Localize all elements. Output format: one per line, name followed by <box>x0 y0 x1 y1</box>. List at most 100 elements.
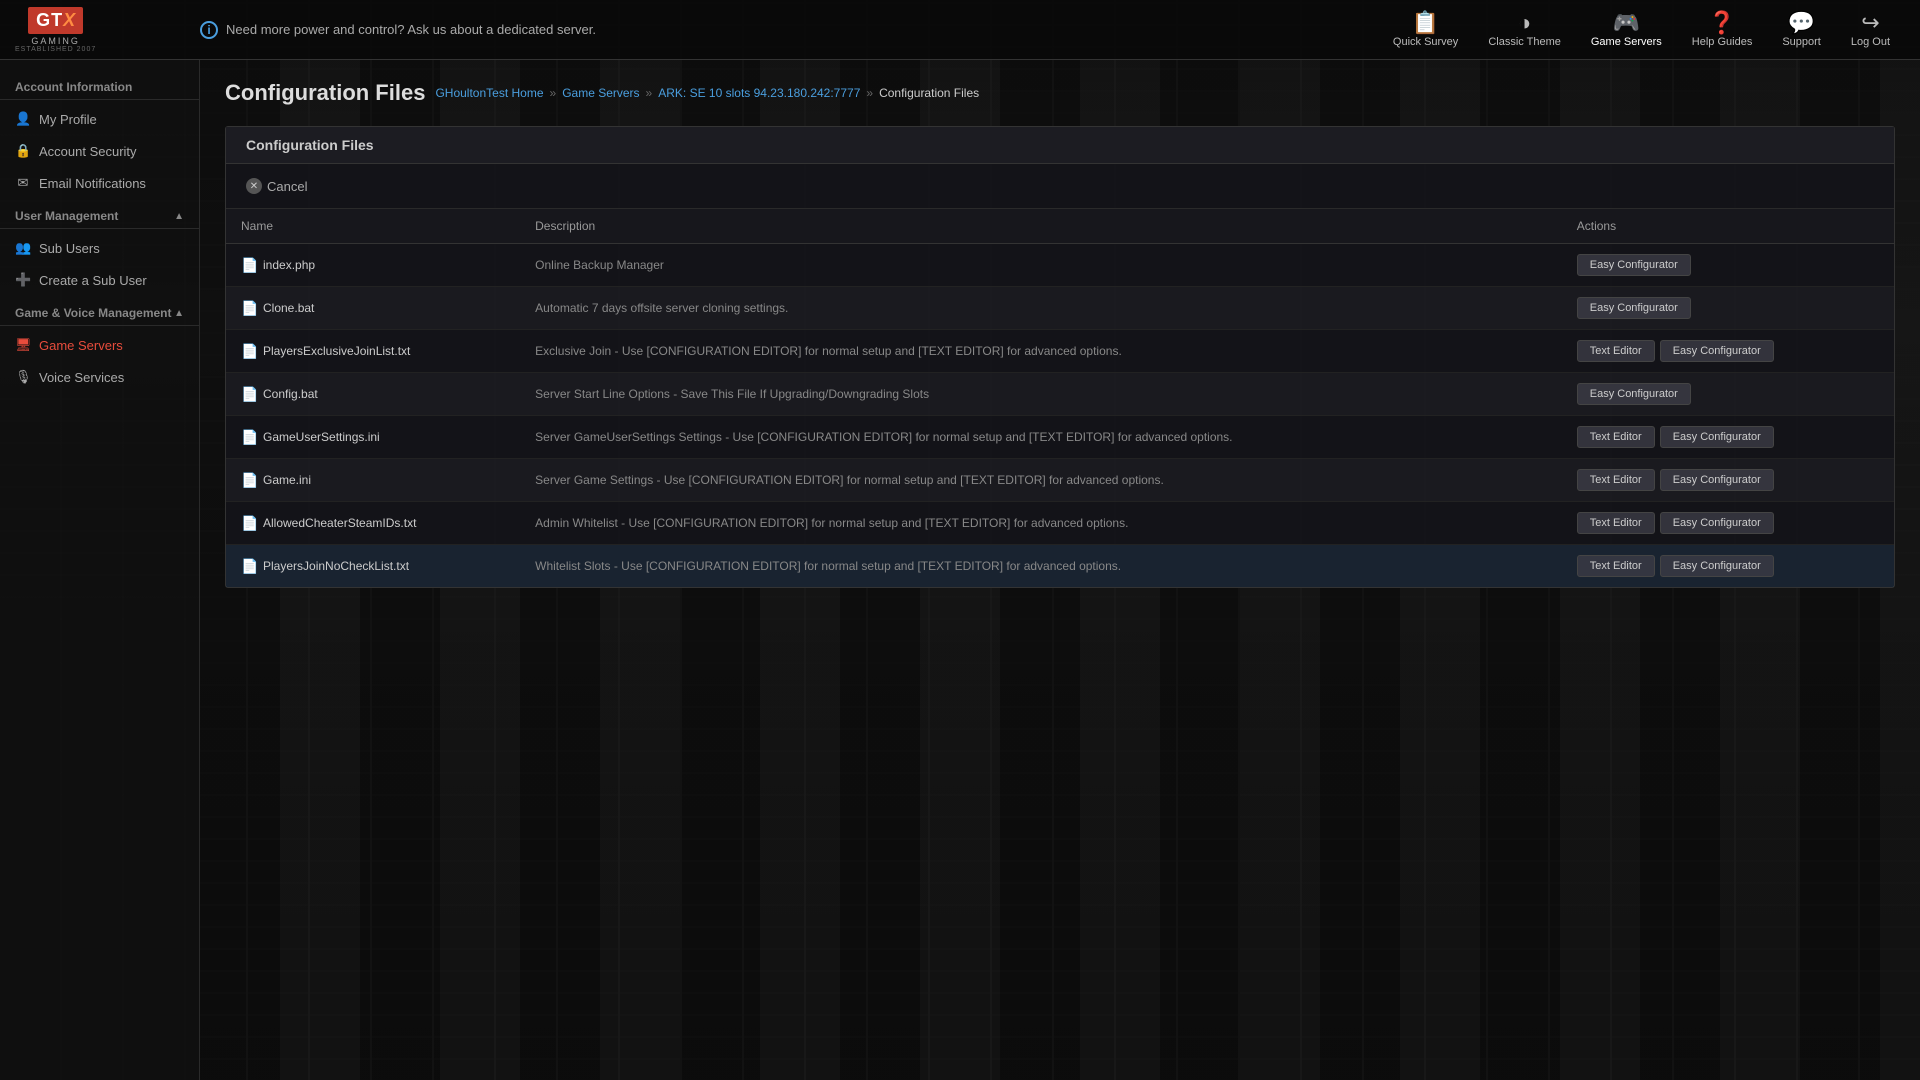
nav-classic-theme[interactable]: ◑ Classic Theme <box>1488 12 1561 48</box>
nav-quick-survey-label: Quick Survey <box>1393 36 1458 48</box>
action-button-easy-configurator[interactable]: Easy Configurator <box>1577 383 1691 405</box>
file-actions: Text EditorEasy Configurator <box>1562 416 1894 459</box>
table-row: 📄GameUserSettings.iniServer GameUserSett… <box>226 416 1894 459</box>
config-panel-actions: ✕ Cancel <box>226 164 1894 209</box>
action-button-easy-configurator[interactable]: Easy Configurator <box>1660 340 1774 362</box>
sidebar-item-my-profile[interactable]: 👤 My Profile <box>0 103 199 135</box>
table-row: 📄PlayersJoinNoCheckList.txtWhitelist Slo… <box>226 545 1894 588</box>
table-row: 📄Clone.batAutomatic 7 days offsite serve… <box>226 287 1894 330</box>
sidebar-voice-services-label: Voice Services <box>39 370 124 385</box>
main-content: Configuration Files GHoultonTest Home » … <box>200 60 1920 1080</box>
file-actions: Easy Configurator <box>1562 287 1894 330</box>
breadcrumb-current: Configuration Files <box>879 86 979 100</box>
sidebar-email-notifications-label: Email Notifications <box>39 176 146 191</box>
file-description: Server Game Settings - Use [CONFIGURATIO… <box>520 459 1562 502</box>
logo-x: X <box>63 10 75 31</box>
action-button-text-editor[interactable]: Text Editor <box>1577 469 1655 491</box>
file-name-cell: 📄GameUserSettings.ini <box>226 416 520 459</box>
cancel-label: Cancel <box>267 179 307 194</box>
action-button-easy-configurator[interactable]: Easy Configurator <box>1660 426 1774 448</box>
sidebar-create-sub-user-label: Create a Sub User <box>39 273 147 288</box>
table-row: 📄 Game.ini Server Game Settings - Use [CON… <box>226 459 1894 502</box>
game-voice-collapse-icon: ▲ <box>174 308 184 319</box>
nav-log-out[interactable]: ↪ Log Out <box>1851 12 1890 48</box>
file-name: index.php <box>263 258 315 272</box>
file-actions: Text EditorEasy Configurator <box>1562 502 1894 545</box>
nav-quick-survey[interactable]: 📋 Quick Survey <box>1393 12 1458 48</box>
col-description: Description <box>520 209 1562 244</box>
action-button-text-editor[interactable]: Text Editor <box>1577 555 1655 577</box>
nav-game-servers-label: Game Servers <box>1591 36 1662 48</box>
nav-classic-theme-label: Classic Theme <box>1488 36 1561 48</box>
col-actions: Actions <box>1562 209 1894 244</box>
sidebar-item-create-sub-user[interactable]: ➕ Create a Sub User <box>0 264 199 296</box>
nav-help-guides-label: Help Guides <box>1692 36 1753 48</box>
action-button-easy-configurator[interactable]: Easy Configurator <box>1660 469 1774 491</box>
file-name-cell: 📄 AllowedCheaterSteamIDs.txt <box>226 502 520 545</box>
nav-log-out-label: Log Out <box>1851 36 1890 48</box>
sidebar-user-management-header[interactable]: User Management ▲ <box>0 199 199 229</box>
sidebar-item-email-notifications[interactable]: ✉ Email Notifications <box>0 167 199 199</box>
user-management-label: User Management <box>15 209 118 223</box>
sub-users-icon: 👥 <box>15 240 31 256</box>
file-name: AllowedCheaterSteamIDs.txt <box>263 516 416 530</box>
file-icon: 📄 <box>241 343 257 359</box>
action-button-text-editor[interactable]: Text Editor <box>1577 340 1655 362</box>
info-icon: i <box>200 21 218 39</box>
game-servers-icon: 🎮 <box>1613 12 1640 34</box>
account-security-icon: 🔒 <box>15 143 31 159</box>
info-banner: i Need more power and control? Ask us ab… <box>180 21 1363 39</box>
breadcrumb-home[interactable]: GHoultonTest Home <box>435 86 543 100</box>
file-actions: Text EditorEasy Configurator <box>1562 459 1894 502</box>
file-description: Online Backup Manager <box>520 244 1562 287</box>
file-name: Config.bat <box>263 387 318 401</box>
sidebar-item-voice-services[interactable]: 🎙 Voice Services <box>0 361 199 393</box>
file-description: Admin Whitelist - Use [CONFIGURATION EDI… <box>520 502 1562 545</box>
config-panel-header: Configuration Files <box>226 127 1894 164</box>
game-voice-label: Game & Voice Management <box>15 306 172 320</box>
sidebar-game-voice-header[interactable]: Game & Voice Management ▲ <box>0 296 199 326</box>
main-layout: Account Information 👤 My Profile 🔒 Accou… <box>0 60 1920 1080</box>
voice-services-icon: 🎙 <box>15 369 31 385</box>
file-name: PlayersExclusiveJoinList.txt <box>263 344 410 358</box>
file-icon: 📄 <box>241 386 257 402</box>
file-name-cell: 📄 PlayersExclusiveJoinList.txt <box>226 330 520 373</box>
file-icon: 📄 <box>241 472 257 488</box>
action-button-easy-configurator[interactable]: Easy Configurator <box>1577 254 1691 276</box>
col-name: Name <box>226 209 520 244</box>
breadcrumb-game-servers[interactable]: Game Servers <box>562 86 639 100</box>
logo-established: ESTABLISHED 2007 <box>15 46 96 53</box>
sidebar-item-game-servers[interactable]: 🖥 Game Servers <box>0 329 199 361</box>
file-name: Game.ini <box>263 473 311 487</box>
logo-area: GT X GAMING ESTABLISHED 2007 <box>0 7 180 53</box>
config-panel: Configuration Files ✕ Cancel Name Descri… <box>225 126 1895 588</box>
top-nav: 📋 Quick Survey ◑ Classic Theme 🎮 Game Se… <box>1363 12 1920 48</box>
support-icon: 💬 <box>1788 12 1815 34</box>
nav-support[interactable]: 💬 Support <box>1782 12 1821 48</box>
file-actions: Easy Configurator <box>1562 373 1894 416</box>
file-icon: 📄 <box>241 515 257 531</box>
breadcrumb-server[interactable]: ARK: SE 10 slots 94.23.180.242:7777 <box>658 86 860 100</box>
action-button-easy-configurator[interactable]: Easy Configurator <box>1660 512 1774 534</box>
action-button-easy-configurator[interactable]: Easy Configurator <box>1660 555 1774 577</box>
file-name: Clone.bat <box>263 301 314 315</box>
table-row: 📄 PlayersExclusiveJoinList.txt Exclusive J… <box>226 330 1894 373</box>
action-button-easy-configurator[interactable]: Easy Configurator <box>1577 297 1691 319</box>
sidebar-my-profile-label: My Profile <box>39 112 97 127</box>
action-button-text-editor[interactable]: Text Editor <box>1577 426 1655 448</box>
file-actions: Text EditorEasy Configurator <box>1562 330 1894 373</box>
breadcrumb-sep-2: » <box>646 86 653 100</box>
info-message: Need more power and control? Ask us abou… <box>226 22 596 37</box>
table-row: 📄 AllowedCheaterSteamIDs.txt Admin Whiteli… <box>226 502 1894 545</box>
file-description: Server Start Line Options - Save This Fi… <box>520 373 1562 416</box>
my-profile-icon: 👤 <box>15 111 31 127</box>
action-button-text-editor[interactable]: Text Editor <box>1577 512 1655 534</box>
sidebar-item-account-security[interactable]: 🔒 Account Security <box>0 135 199 167</box>
file-description: Exclusive Join - Use [CONFIGURATION EDIT… <box>520 330 1562 373</box>
logo-gt: GT <box>36 10 63 31</box>
nav-game-servers[interactable]: 🎮 Game Servers <box>1591 12 1662 48</box>
file-name-cell: 📄 Config.bat <box>226 373 520 416</box>
nav-help-guides[interactable]: ❓ Help Guides <box>1692 12 1753 48</box>
cancel-button[interactable]: ✕ Cancel <box>246 174 307 198</box>
sidebar-item-sub-users[interactable]: 👥 Sub Users <box>0 232 199 264</box>
